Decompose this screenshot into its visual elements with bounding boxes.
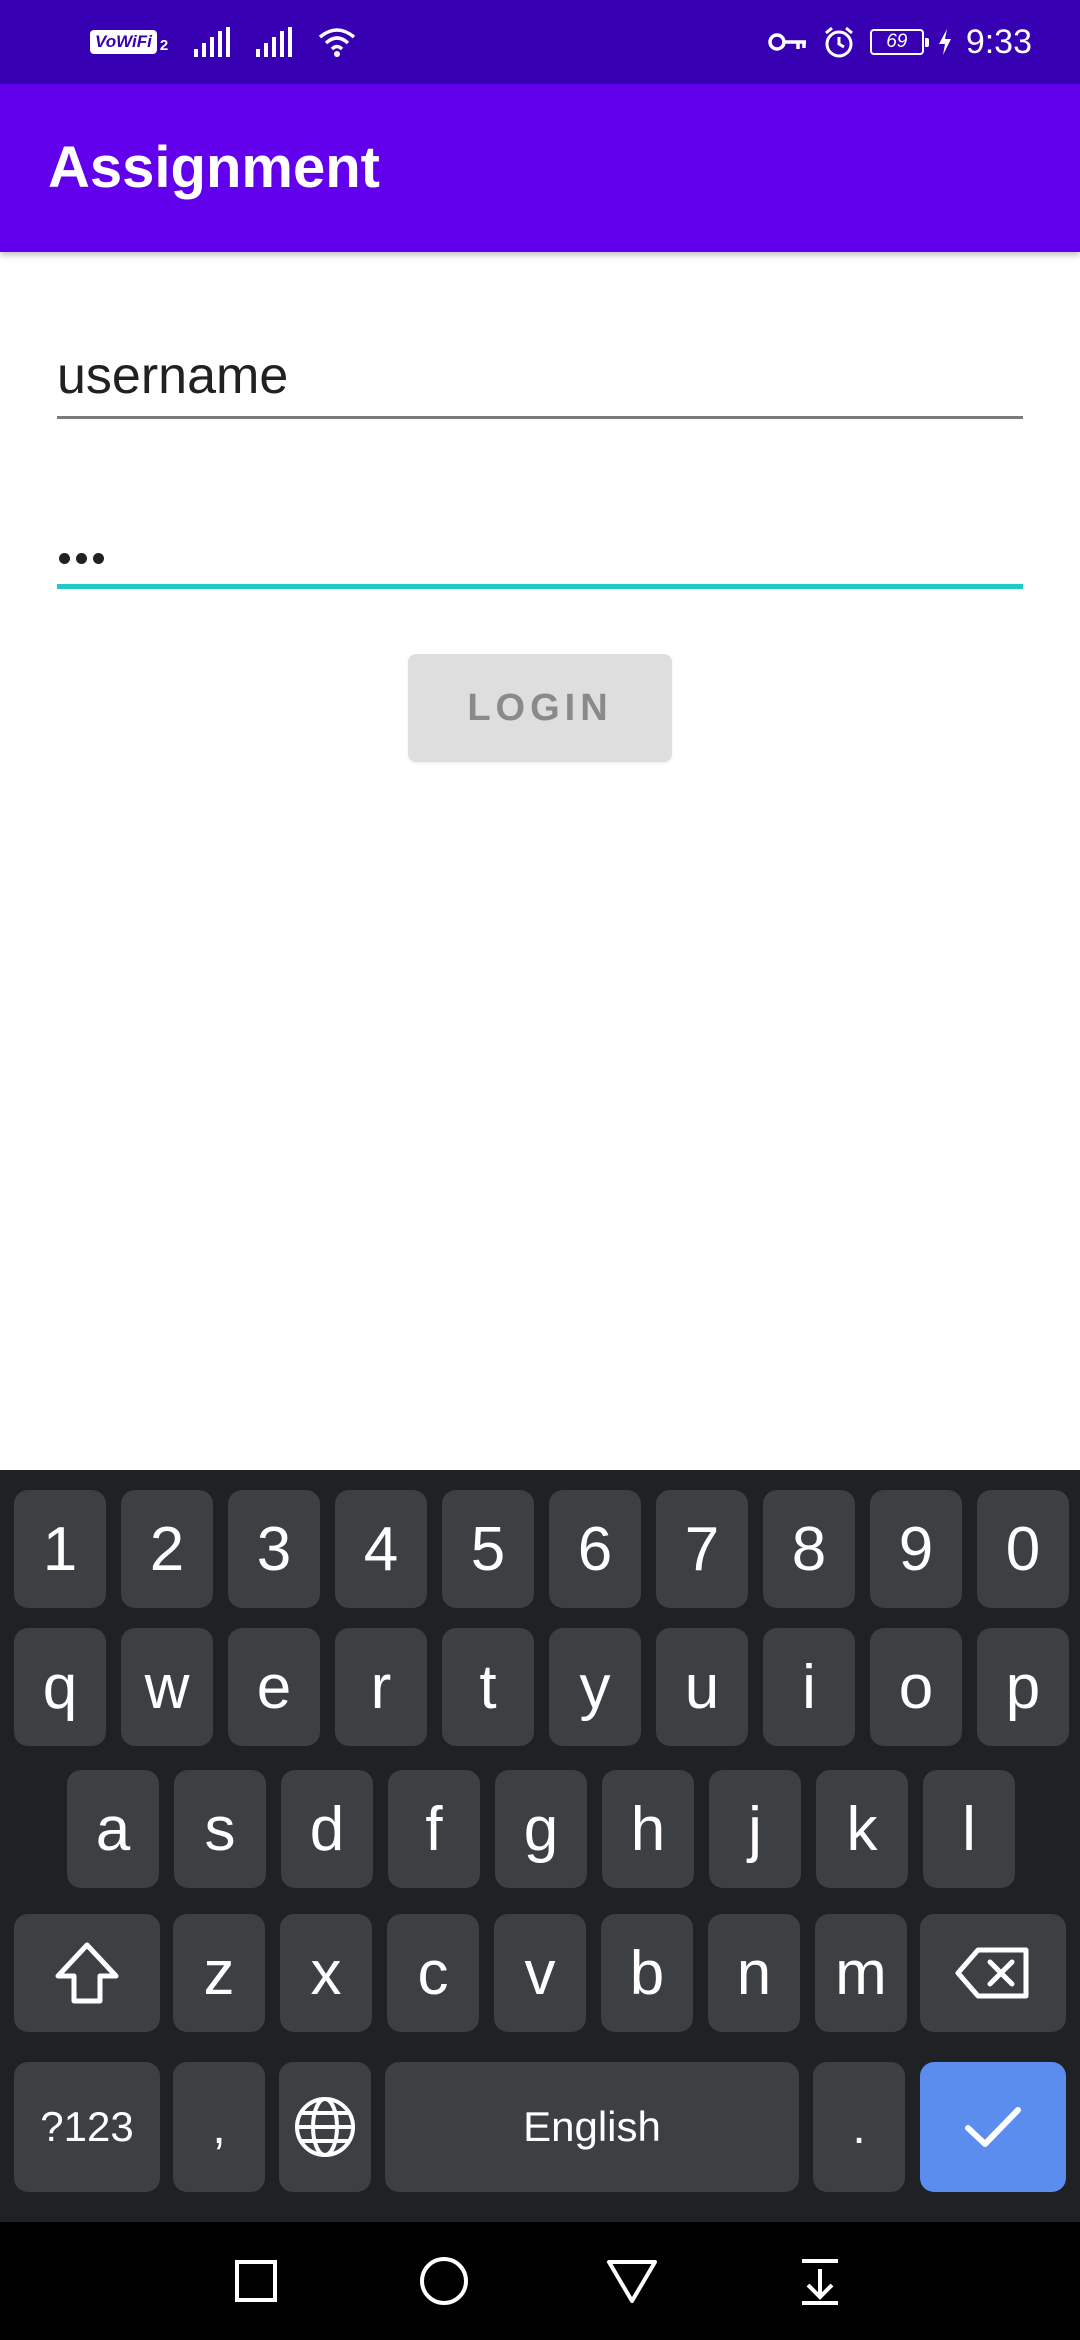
wifi-icon xyxy=(319,28,356,57)
notifications-button[interactable] xyxy=(760,2222,880,2340)
battery-icon: 69 xyxy=(869,29,929,55)
letter-key-i[interactable]: i xyxy=(763,1628,855,1746)
alarm-icon xyxy=(824,26,853,58)
login-button[interactable]: LOGIN xyxy=(408,654,672,762)
letter-key-r[interactable]: r xyxy=(335,1628,427,1746)
password-dot xyxy=(59,553,70,564)
recents-button[interactable] xyxy=(196,2222,316,2340)
symbols-key[interactable]: ?123 xyxy=(14,2062,160,2192)
letter-key-u[interactable]: u xyxy=(656,1628,748,1746)
letter-key-q[interactable]: q xyxy=(14,1628,106,1746)
page-title: Assignment xyxy=(48,135,380,200)
password-dots xyxy=(59,553,104,564)
status-left: VoWiFi 2 xyxy=(90,20,356,64)
number-key-7[interactable]: 7 xyxy=(656,1490,748,1608)
letter-key-f[interactable]: f xyxy=(388,1770,480,1888)
letter-key-s[interactable]: s xyxy=(174,1770,266,1888)
signal-icon xyxy=(256,27,293,57)
letter-key-t[interactable]: t xyxy=(442,1628,534,1746)
letter-key-g[interactable]: g xyxy=(495,1770,587,1888)
username-value: username xyxy=(57,347,289,405)
number-key-1[interactable]: 1 xyxy=(14,1490,106,1608)
sim-badge: 2 xyxy=(159,37,169,54)
globe-icon xyxy=(295,2097,355,2157)
shift-key[interactable] xyxy=(14,1914,160,2032)
number-key-0[interactable]: 0 xyxy=(977,1490,1069,1608)
password-dot xyxy=(76,553,87,564)
letter-key-z[interactable]: z xyxy=(173,1914,265,2032)
letter-key-x[interactable]: x xyxy=(280,1914,372,2032)
letter-key-j[interactable]: j xyxy=(709,1770,801,1888)
backspace-key[interactable] xyxy=(920,1914,1066,2032)
vpn-key-icon xyxy=(768,33,806,51)
letter-key-b[interactable]: b xyxy=(601,1914,693,2032)
letter-key-n[interactable]: n xyxy=(708,1914,800,2032)
number-key-6[interactable]: 6 xyxy=(549,1490,641,1608)
letter-key-w[interactable]: w xyxy=(121,1628,213,1746)
status-time: 9:33 xyxy=(965,22,1032,61)
navigation-bar xyxy=(0,2222,1080,2340)
language-key[interactable] xyxy=(279,2062,371,2192)
letter-key-d[interactable]: d xyxy=(281,1770,373,1888)
password-field[interactable] xyxy=(57,498,1023,589)
checkmark-icon xyxy=(965,2107,1021,2147)
period-key[interactable]: . xyxy=(813,2062,905,2192)
signal-icon xyxy=(194,27,231,57)
letter-key-l[interactable]: l xyxy=(923,1770,1015,1888)
letter-key-v[interactable]: v xyxy=(494,1914,586,2032)
back-button[interactable] xyxy=(572,2222,692,2340)
vowifi-badge: VoWiFi xyxy=(90,30,157,54)
letter-key-a[interactable]: a xyxy=(67,1770,159,1888)
number-key-2[interactable]: 2 xyxy=(121,1490,213,1608)
number-key-3[interactable]: 3 xyxy=(228,1490,320,1608)
enter-key[interactable] xyxy=(920,2062,1066,2192)
username-field[interactable]: username xyxy=(57,330,1023,419)
letter-key-h[interactable]: h xyxy=(602,1770,694,1888)
recents-square-icon xyxy=(235,2260,277,2302)
comma-key[interactable]: , xyxy=(173,2062,265,2192)
vowifi-icon: VoWiFi 2 xyxy=(90,30,168,54)
notifications-pulldown-icon xyxy=(802,2259,838,2305)
backspace-icon xyxy=(955,1947,1029,1999)
home-button[interactable] xyxy=(384,2222,504,2340)
back-triangle-icon xyxy=(607,2260,657,2303)
number-key-4[interactable]: 4 xyxy=(335,1490,427,1608)
status-right: 69 9:33 xyxy=(768,20,1032,64)
letter-key-m[interactable]: m xyxy=(815,1914,907,2032)
charging-icon xyxy=(938,29,951,55)
letter-key-y[interactable]: y xyxy=(549,1628,641,1746)
letter-key-o[interactable]: o xyxy=(870,1628,962,1746)
letter-key-k[interactable]: k xyxy=(816,1770,908,1888)
number-key-8[interactable]: 8 xyxy=(763,1490,855,1608)
letter-key-p[interactable]: p xyxy=(977,1628,1069,1746)
number-key-9[interactable]: 9 xyxy=(870,1490,962,1608)
soft-keyboard: ?123 , English . 1234567890 qwertyuiop asd… xyxy=(0,1470,1080,2222)
status-bar: VoWiFi 2 69 9:33 xyxy=(0,0,1080,84)
app-bar: Assignment xyxy=(0,84,1080,252)
password-dot xyxy=(93,553,104,564)
letter-key-e[interactable]: e xyxy=(228,1628,320,1746)
battery-level: 69 xyxy=(886,31,908,52)
home-circle-icon xyxy=(420,2257,468,2305)
letter-key-c[interactable]: c xyxy=(387,1914,479,2032)
space-key[interactable]: English xyxy=(385,2062,799,2192)
shift-arrow-icon xyxy=(55,1942,119,2004)
number-key-5[interactable]: 5 xyxy=(442,1490,534,1608)
